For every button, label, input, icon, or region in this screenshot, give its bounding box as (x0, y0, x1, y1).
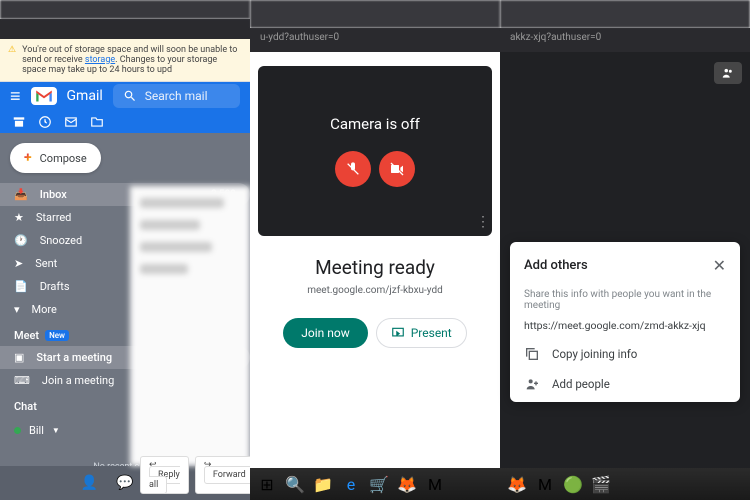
hangout-icon[interactable]: 💬 (116, 475, 133, 491)
star-icon: ★ (14, 211, 24, 224)
new-badge: New (45, 330, 69, 341)
presence-dot (14, 427, 21, 434)
reply-all-button[interactable]: ↩ Reply all (140, 456, 189, 494)
gmail-toolbar (0, 111, 250, 133)
card-title: Add others (524, 258, 588, 273)
present-icon (391, 326, 405, 340)
url-bar[interactable] (0, 19, 250, 38)
share-hint: Share this info with people you want in … (524, 289, 726, 311)
browser-chrome (250, 0, 500, 28)
send-icon: ➤ (14, 257, 23, 270)
camera-preview: Camera is off ⋮ (258, 66, 492, 236)
url-bar[interactable]: akkz-xjq?authuser=0 (500, 28, 750, 52)
inbox-icon: 📥 (14, 188, 28, 201)
file-icon: 📄 (14, 280, 28, 293)
video-icon: ⌨ (14, 374, 30, 387)
mic-off-button[interactable] (335, 151, 371, 187)
compose-button[interactable]: + Compose (10, 143, 101, 173)
gmail-header: ≡ Gmail Search mail (0, 82, 250, 111)
add-people-icon (524, 376, 540, 392)
search-placeholder: Search mail (145, 89, 208, 103)
present-button[interactable]: Present (376, 318, 467, 348)
storage-warning: ⚠ You're out of storage space and will s… (0, 39, 250, 82)
url-bar[interactable]: u-ydd?authuser=0 (250, 28, 500, 52)
close-icon[interactable]: ✕ (713, 256, 726, 275)
search-icon (123, 89, 137, 103)
plus-icon: + (24, 150, 32, 166)
archive-icon[interactable] (12, 115, 26, 129)
warning-icon: ⚠ (8, 45, 16, 75)
email-content-blur (130, 186, 250, 466)
browser-chrome (0, 0, 250, 19)
menu-icon[interactable]: ≡ (10, 86, 21, 107)
more-icon: ▾ (14, 303, 20, 316)
mail-icon[interactable] (64, 115, 78, 129)
meeting-url: https://meet.google.com/zmd-akkz-xjq (524, 319, 726, 332)
clock-icon[interactable] (38, 115, 52, 129)
copy-info-button[interactable]: Copy joining info (524, 346, 726, 362)
chevron-down-icon: ▼ (52, 426, 60, 435)
people-button[interactable] (714, 62, 742, 84)
add-others-card: Add others ✕ Share this info with people… (510, 242, 740, 402)
meeting-ready-title: Meeting ready (250, 256, 500, 279)
taskbar[interactable]: ⊞🔍📁e🛒🦊M (250, 468, 500, 500)
camera-off-text: Camera is off (330, 115, 420, 133)
gmail-logo[interactable] (31, 87, 57, 105)
gmail-brand: Gmail (67, 88, 103, 104)
camera-off-button[interactable] (379, 151, 415, 187)
copy-icon (524, 346, 540, 362)
meeting-link: meet.google.com/jzf-kbxu-ydd (250, 285, 500, 296)
taskbar[interactable]: 🦊M🟢🎬 (500, 468, 750, 500)
storage-link[interactable]: storage (85, 55, 115, 65)
person-icon[interactable]: 👤 (81, 475, 98, 491)
video-icon: ▣ (14, 351, 24, 364)
join-now-button[interactable]: Join now (283, 318, 367, 348)
clock-icon: 🕐 (14, 234, 28, 247)
add-people-button[interactable]: Add people (524, 376, 726, 392)
folder-icon[interactable] (90, 115, 104, 129)
search-input[interactable]: Search mail (113, 84, 240, 108)
browser-chrome (500, 0, 750, 28)
more-options-icon[interactable]: ⋮ (476, 214, 490, 230)
